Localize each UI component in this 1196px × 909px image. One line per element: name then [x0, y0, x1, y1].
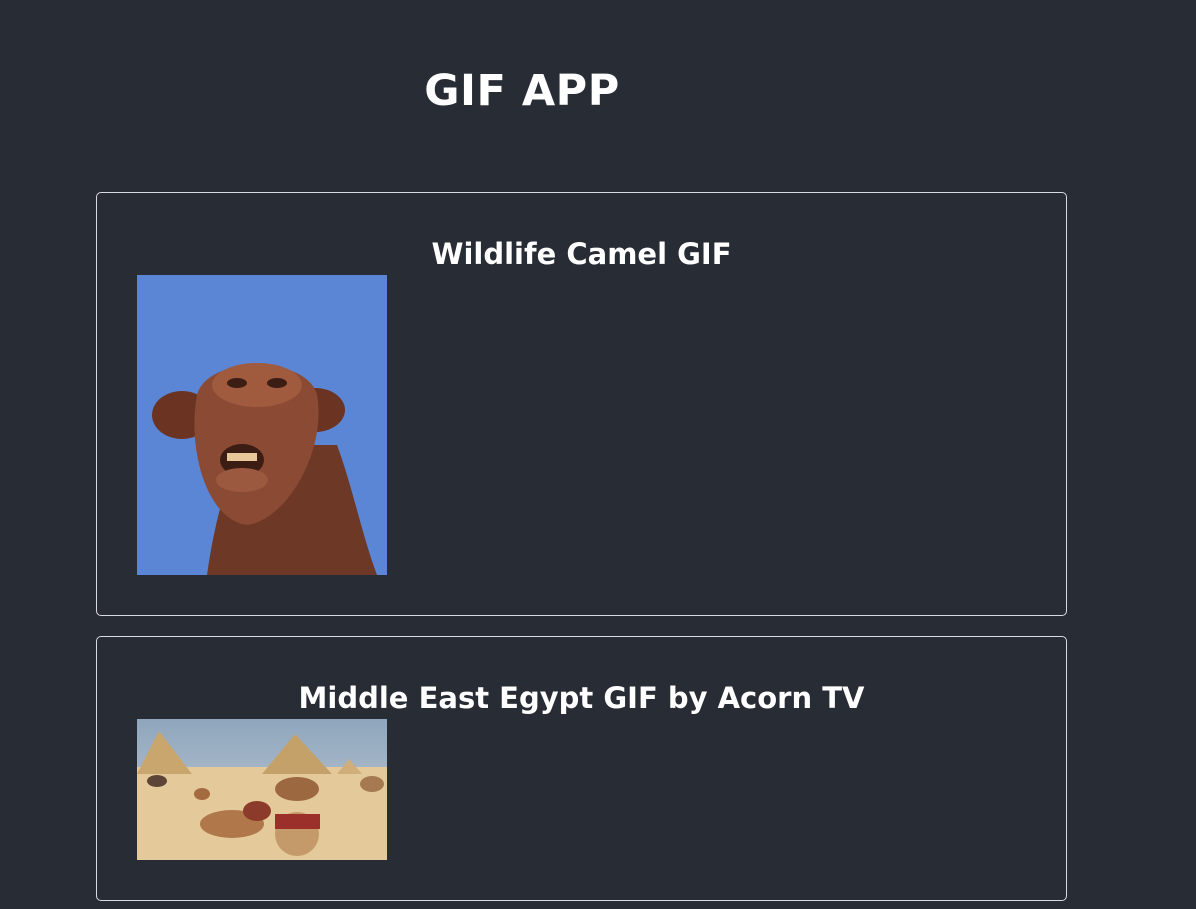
gif-card: Middle East Egypt GIF by Acorn TV	[96, 636, 1067, 901]
app-title: GIF APP	[424, 66, 620, 116]
gif-title: Wildlife Camel GIF	[431, 237, 732, 271]
gif-card: Wildlife Camel GIF	[96, 192, 1067, 616]
gif-image-egypt[interactable]	[137, 719, 387, 860]
gif-image-camel[interactable]	[137, 275, 387, 575]
gif-title: Middle East Egypt GIF by Acorn TV	[298, 681, 865, 715]
